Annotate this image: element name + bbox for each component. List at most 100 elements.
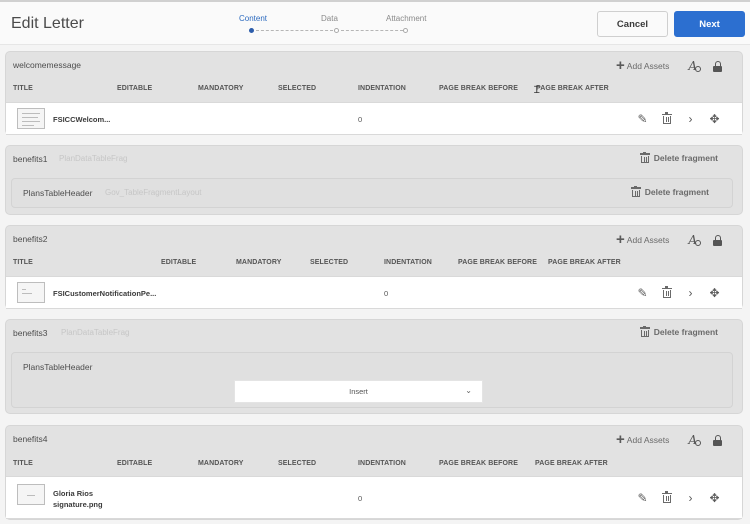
chevron-right-icon[interactable]: ›	[683, 285, 698, 300]
step-dot-attachment	[403, 28, 408, 33]
chevron-right-icon[interactable]: ›	[683, 490, 698, 505]
insert-dropdown[interactable]: Insert ⌄	[234, 380, 483, 403]
cancel-button[interactable]: Cancel	[597, 11, 668, 37]
step-content[interactable]: Content	[239, 14, 267, 23]
delete-trash-icon[interactable]	[659, 490, 674, 505]
row-actions: ✎ › ✥	[626, 490, 722, 505]
row-title-line1: Gloria Rios	[53, 489, 94, 498]
add-assets-button[interactable]: + Add Assets	[616, 431, 670, 448]
delete-trash-icon[interactable]	[659, 285, 674, 300]
edit-pencil-icon[interactable]: ✎	[635, 111, 650, 126]
font-settings-icon[interactable]: A	[688, 433, 701, 447]
plus-icon: +	[616, 57, 625, 74]
section-benefits2: benefits2 + Add Assets A TITLE EDITABLE M…	[5, 225, 743, 309]
col-page-break-before: PAGE BREAK BEFORE	[439, 85, 518, 92]
add-assets-button[interactable]: + Add Assets	[616, 57, 670, 74]
lock-icon[interactable]	[713, 234, 722, 246]
plus-icon: +	[616, 431, 625, 448]
delete-trash-icon[interactable]	[659, 111, 674, 126]
col-page-break-before: PAGE BREAK BEFORE	[439, 460, 518, 467]
trash-icon	[639, 151, 650, 163]
table-row[interactable]: Gloria Rios signature.png 0 ✎ › ✥	[6, 476, 742, 519]
lock-icon[interactable]	[713, 434, 722, 446]
row-title: FSICCWelcom...	[53, 115, 111, 124]
document-thumbnail	[17, 108, 45, 129]
step-dot-data	[334, 28, 339, 33]
trash-icon	[630, 185, 641, 197]
add-assets-label: Add Assets	[626, 61, 670, 71]
col-title: TITLE	[13, 85, 33, 92]
font-settings-icon[interactable]: A	[688, 59, 701, 73]
col-selected: SELECTED	[278, 85, 317, 92]
trash-icon	[639, 325, 650, 337]
delete-fragment-button[interactable]: Delete fragment	[630, 185, 709, 197]
col-indentation: INDENTATION	[358, 460, 406, 467]
col-selected: SELECTED	[278, 460, 317, 467]
font-settings-icon[interactable]: A	[688, 233, 701, 247]
section-name: benefits2	[13, 234, 48, 244]
col-editable: EDITABLE	[117, 460, 153, 467]
lock-icon[interactable]	[713, 60, 722, 72]
add-assets-label: Add Assets	[626, 435, 670, 445]
table-header: TITLE EDITABLE MANDATORY SELECTED INDENT…	[6, 460, 742, 472]
inner-fragment-name: PlansTableHeader	[23, 188, 93, 198]
document-thumbnail	[17, 282, 45, 303]
col-page-break-after: PAGE BREAK AFTER	[535, 460, 608, 467]
section-subtitle: PlanDataTableFrag	[61, 328, 130, 337]
col-mandatory: MANDATORY	[198, 85, 244, 92]
table-header: TITLE EDITABLE MANDATORY SELECTED INDENT…	[6, 85, 742, 97]
step-connector	[341, 30, 403, 31]
inner-fragment: PlansTableHeader Gov_TableFragmentLayout…	[11, 178, 733, 208]
section-welcomemessage: welcomemessage + Add Assets A TITLE EDITA…	[5, 51, 743, 135]
col-selected: SELECTED	[310, 259, 349, 266]
plus-icon: +	[616, 231, 625, 248]
table-header: TITLE EDITABLE MANDATORY SELECTED INDENT…	[6, 259, 742, 271]
col-editable: EDITABLE	[117, 85, 153, 92]
row-actions: ✎ › ✥	[626, 111, 722, 126]
move-handle-icon[interactable]: ✥	[707, 490, 722, 505]
add-assets-label: Add Assets	[626, 235, 670, 245]
inner-fragment-name: PlansTableHeader	[23, 362, 93, 372]
section-benefits3: benefits3 PlanDataTableFrag Delete fragm…	[5, 319, 743, 414]
table-row[interactable]: FSICustomerNotificationPe... 0 ✎ › ✥	[6, 276, 742, 309]
chevron-right-icon[interactable]: ›	[683, 111, 698, 126]
row-actions: ✎ › ✥	[626, 285, 722, 300]
move-handle-icon[interactable]: ✥	[707, 111, 722, 126]
edit-pencil-icon[interactable]: ✎	[635, 285, 650, 300]
col-mandatory: MANDATORY	[236, 259, 282, 266]
table-row[interactable]: FSICCWelcom... 0 ✎ › ✥	[6, 102, 742, 135]
section-subtitle: PlanDataTableFrag	[59, 154, 128, 163]
image-thumbnail	[17, 484, 45, 505]
col-page-break-after: PAGE BREAK AFTER	[548, 259, 621, 266]
delete-fragment-label: Delete fragment	[653, 327, 718, 337]
col-editable: EDITABLE	[161, 259, 197, 266]
edit-pencil-icon[interactable]: ✎	[635, 490, 650, 505]
section-name: benefits3	[13, 328, 48, 338]
page-title: Edit Letter	[11, 15, 84, 32]
col-page-break-before: PAGE BREAK BEFORE	[458, 259, 537, 266]
inner-fragment: PlansTableHeader Insert ⌄	[11, 352, 733, 408]
col-title: TITLE	[13, 460, 33, 467]
next-button[interactable]: Next	[674, 11, 745, 37]
step-dot-content	[249, 28, 254, 33]
move-handle-icon[interactable]: ✥	[707, 285, 722, 300]
delete-fragment-button[interactable]: Delete fragment	[639, 151, 718, 163]
col-title: TITLE	[13, 259, 33, 266]
section-name: welcomemessage	[13, 60, 82, 70]
step-indicator: Content Data Attachment	[235, 12, 426, 40]
row-title: FSICustomerNotificationPe...	[53, 289, 157, 298]
delete-fragment-button[interactable]: Delete fragment	[639, 325, 718, 337]
row-indentation: 0	[358, 115, 363, 124]
section-benefits4: benefits4 + Add Assets A TITLE EDITABLE M…	[5, 425, 743, 520]
text-cursor-icon: Ɪ	[534, 85, 540, 96]
step-attachment[interactable]: Attachment	[386, 14, 426, 23]
section-tools: + Add Assets A	[616, 431, 722, 448]
step-data[interactable]: Data	[321, 14, 338, 23]
col-page-break-after: PAGE BREAK AFTER	[536, 85, 609, 92]
section-benefits1: benefits1 PlanDataTableFrag Delete fragm…	[5, 145, 743, 215]
inner-fragment-subtitle: Gov_TableFragmentLayout	[105, 188, 202, 197]
row-indentation: 0	[384, 289, 389, 298]
step-connector	[256, 30, 333, 31]
section-tools: + Add Assets A	[616, 57, 722, 74]
add-assets-button[interactable]: + Add Assets	[616, 231, 670, 248]
